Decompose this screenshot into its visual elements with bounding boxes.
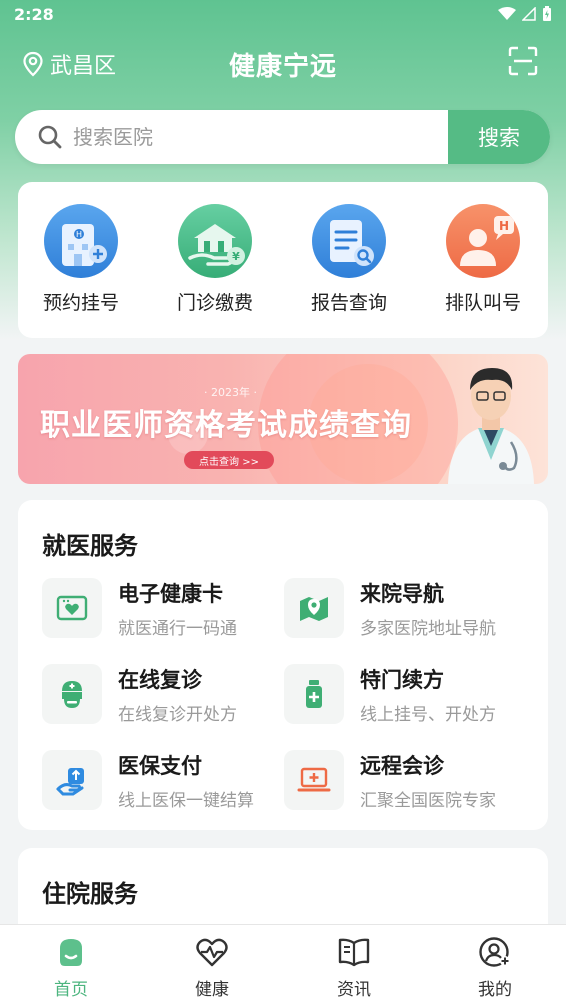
scan-icon xyxy=(508,46,538,76)
wifi-icon xyxy=(498,7,516,20)
service-health-card[interactable]: 电子健康卡 就医通行一码通 xyxy=(42,576,282,640)
insurance-pay-icon xyxy=(42,750,102,810)
tab-label: 健康 xyxy=(195,980,229,1000)
tab-profile[interactable]: 我的 xyxy=(445,935,545,1000)
service-subtitle: 线上挂号、开处方 xyxy=(360,705,496,725)
quick-actions-card: H 预约挂号 ¥ 门诊缴费 报告查询 H 排队叫号 xyxy=(18,182,548,338)
banner-year: · 2023年 · xyxy=(204,386,257,399)
service-subtitle: 就医通行一码通 xyxy=(118,619,237,639)
health-card-icon xyxy=(42,578,102,638)
hospital-building-icon: H xyxy=(44,204,118,278)
service-subtitle: 汇聚全国医院专家 xyxy=(360,791,496,811)
app-header: 武昌区 健康宁远 xyxy=(0,40,566,88)
quick-action-label: 预约挂号 xyxy=(42,292,119,314)
status-bar: 2:28 xyxy=(0,0,566,30)
book-icon xyxy=(304,935,404,969)
banner-title: 职业医师资格考试成绩查询 xyxy=(40,408,412,443)
service-title: 来院导航 xyxy=(360,582,444,606)
tab-label: 资讯 xyxy=(337,980,371,1000)
service-title: 医保支付 xyxy=(118,754,202,778)
tab-news[interactable]: 资讯 xyxy=(304,935,404,1000)
app-title: 健康宁远 xyxy=(228,52,337,82)
service-subtitle: 在线复诊开处方 xyxy=(118,705,237,725)
signal-icon xyxy=(522,7,536,21)
service-title: 特门续方 xyxy=(360,668,444,692)
quick-action-payment[interactable]: ¥ 门诊缴费 xyxy=(155,204,275,315)
service-title: 在线复诊 xyxy=(118,668,202,692)
service-title: 电子健康卡 xyxy=(118,582,223,606)
service-online-revisit[interactable]: 在线复诊 在线复诊开处方 xyxy=(42,662,282,726)
search-icon xyxy=(38,125,62,149)
queue-call-icon: H xyxy=(446,204,520,278)
quick-action-appointment[interactable]: H 预约挂号 xyxy=(21,204,141,315)
remote-consult-icon xyxy=(284,750,344,810)
tab-health[interactable]: 健康 xyxy=(162,935,262,1000)
search-input[interactable] xyxy=(73,110,453,164)
status-time: 2:28 xyxy=(14,5,54,24)
payment-hand-icon: ¥ xyxy=(178,204,252,278)
map-navigation-icon xyxy=(284,578,344,638)
tab-label: 首页 xyxy=(54,980,88,1000)
tab-home[interactable]: 首页 xyxy=(21,935,121,1000)
service-navigation[interactable]: 来院导航 多家医院地址导航 xyxy=(284,576,524,640)
promo-banner[interactable]: · 2023年 · 职业医师资格考试成绩查询 点击查询 >> xyxy=(18,354,548,484)
quick-action-report[interactable]: 报告查询 xyxy=(289,204,409,315)
home-icon xyxy=(21,935,121,969)
status-icons xyxy=(498,6,552,22)
tab-label: 我的 xyxy=(478,980,512,1000)
quick-action-queue[interactable]: H 排队叫号 xyxy=(423,204,543,315)
battery-icon xyxy=(543,6,551,21)
service-subtitle: 线上医保一键结算 xyxy=(118,791,254,811)
banner-query-button[interactable]: 点击查询 >> xyxy=(184,451,274,469)
bottom-tab-bar: 首页 健康 资讯 我的 xyxy=(0,924,566,1008)
medical-services-card: 就医服务 电子健康卡 就医通行一码通 来院导航 多家医院地址导航 在线复诊 在线… xyxy=(18,500,548,830)
doctor-illustration xyxy=(448,368,534,484)
quick-action-label: 报告查询 xyxy=(310,292,387,314)
nurse-icon xyxy=(42,664,102,724)
service-subtitle: 多家医院地址导航 xyxy=(360,619,496,639)
service-remote-consultation[interactable]: 远程会诊 汇聚全国医院专家 xyxy=(284,748,524,812)
section-title: 就医服务 xyxy=(42,532,138,560)
svg-text:¥: ¥ xyxy=(232,250,240,263)
heart-pulse-icon xyxy=(162,935,262,969)
service-insurance-payment[interactable]: 医保支付 线上医保一键结算 xyxy=(42,748,282,812)
quick-action-label: 门诊缴费 xyxy=(176,292,253,314)
search-bar: 搜索 xyxy=(15,110,550,164)
report-search-icon xyxy=(312,204,386,278)
section-title: 住院服务 xyxy=(42,880,138,908)
scan-button[interactable] xyxy=(508,46,538,80)
quick-action-label: 排队叫号 xyxy=(444,292,521,314)
user-icon xyxy=(445,935,545,969)
svg-text:H: H xyxy=(76,230,82,239)
svg-text:H: H xyxy=(499,219,509,233)
service-title: 远程会诊 xyxy=(360,754,444,778)
search-button[interactable]: 搜索 xyxy=(448,110,550,164)
medicine-bottle-icon xyxy=(284,664,344,724)
service-prescription-renewal[interactable]: 特门续方 线上挂号、开处方 xyxy=(284,662,524,726)
